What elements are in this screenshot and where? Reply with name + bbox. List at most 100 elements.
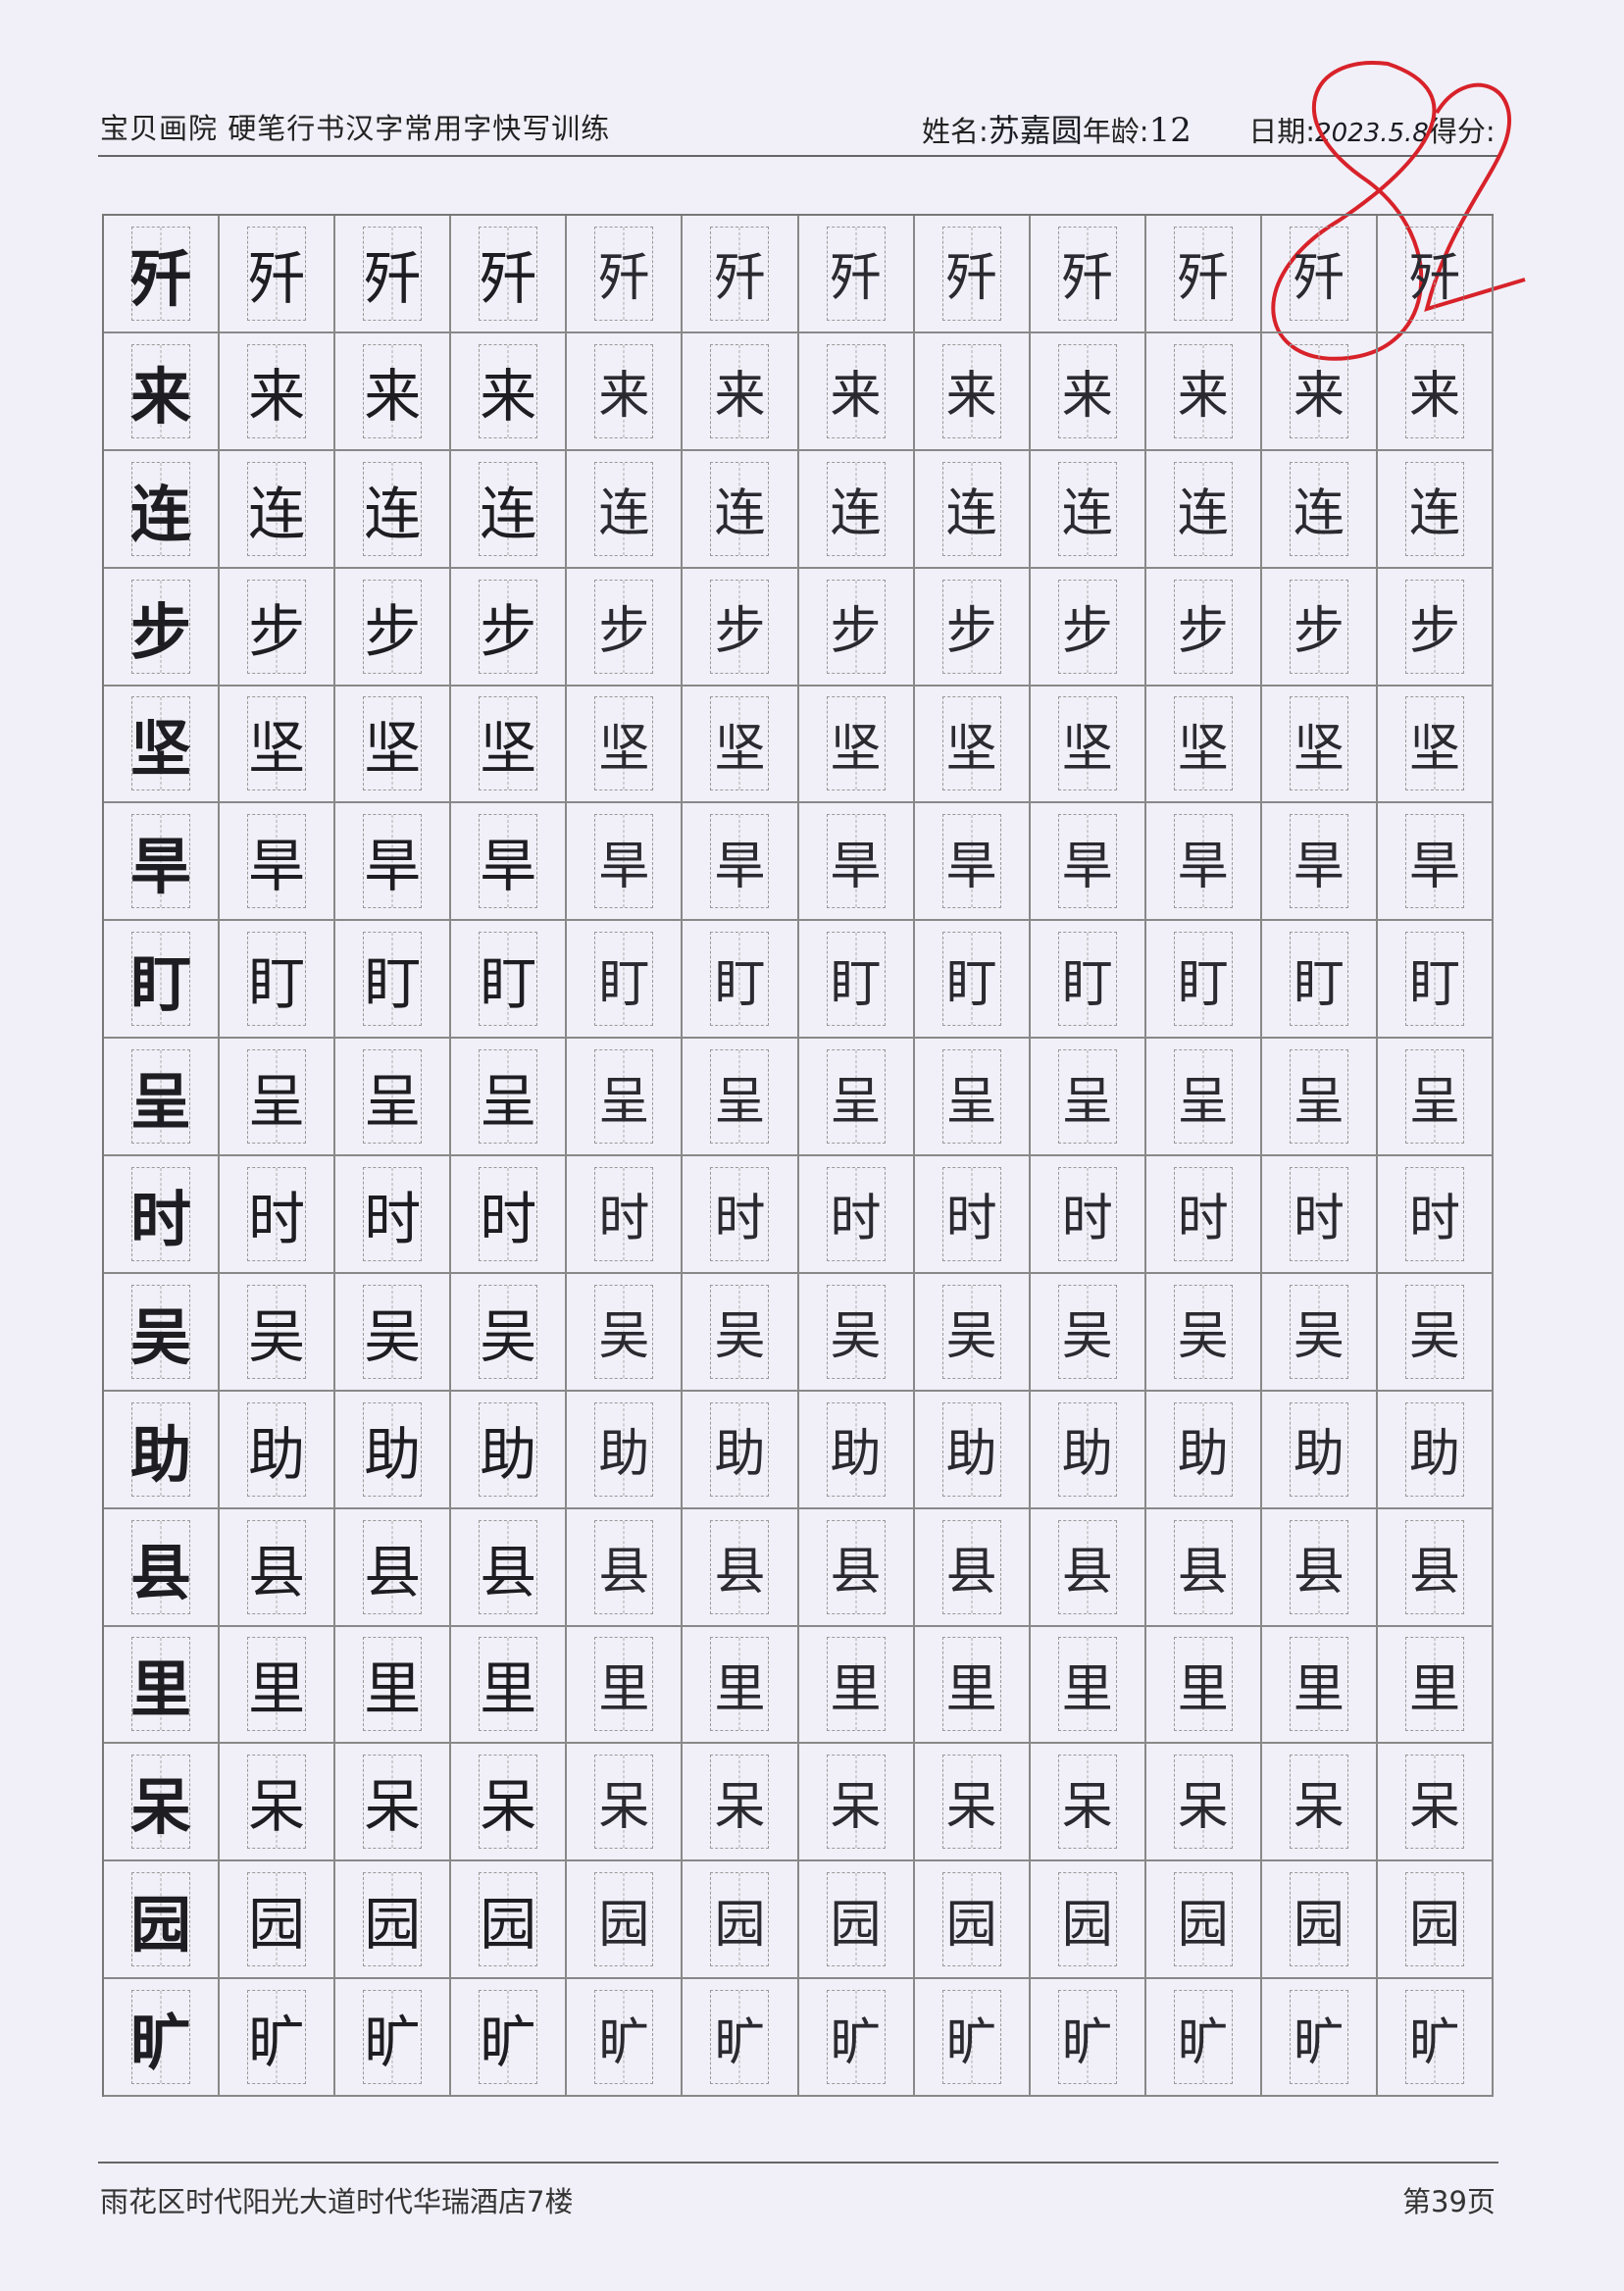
practice-character: 吴 <box>1293 1307 1345 1367</box>
practice-character-cell: 旷 <box>1377 1979 1494 2097</box>
practice-character: 呆 <box>714 1777 766 1837</box>
practice-character: 来 <box>1177 367 1229 427</box>
model-character-cell: 呈 <box>104 1039 221 1156</box>
practice-character: 歼 <box>598 249 650 309</box>
practice-character: 呆 <box>1061 1777 1113 1837</box>
practice-character-cell: 县 <box>1261 1508 1378 1627</box>
practice-character: 吴 <box>364 1302 422 1370</box>
model-character: 里 <box>130 1654 192 1726</box>
practice-character-cell: 连 <box>798 450 915 569</box>
practice-character: 坚 <box>1177 719 1229 779</box>
practice-character-cell: 助 <box>567 1391 684 1509</box>
practice-character-cell: 吴 <box>335 1273 452 1392</box>
practice-character-cell: 来 <box>683 332 799 451</box>
practice-character: 步 <box>1293 602 1345 662</box>
practice-character-cell: 步 <box>220 568 336 687</box>
practice-character-cell: 呆 <box>798 1744 915 1862</box>
model-character: 盯 <box>130 948 192 1021</box>
practice-character: 县 <box>480 1538 537 1605</box>
practice-character-cell: 旱 <box>451 803 568 922</box>
practice-character: 呆 <box>945 1777 997 1837</box>
practice-character-cell: 盯 <box>220 921 336 1040</box>
practice-character: 时 <box>1408 1190 1460 1249</box>
practice-character-cell: 呈 <box>1145 1039 1262 1156</box>
practice-character-cell: 连 <box>1261 450 1378 569</box>
model-character-cell: 旱 <box>104 803 221 922</box>
practice-character-cell: 里 <box>567 1626 684 1745</box>
practice-character: 盯 <box>1293 954 1345 1014</box>
practice-character-cell: 歼 <box>335 216 452 333</box>
footer-rule <box>98 2162 1498 2164</box>
practice-character: 来 <box>830 367 882 427</box>
model-character: 县 <box>130 1536 192 1608</box>
practice-character-cell: 坚 <box>914 686 1031 804</box>
practice-character-cell: 旱 <box>683 803 799 922</box>
practice-character: 步 <box>1177 602 1229 662</box>
practice-character-cell: 歼 <box>451 216 568 333</box>
practice-character: 步 <box>830 602 882 662</box>
practice-character-cell: 助 <box>451 1391 568 1509</box>
model-character-cell: 连 <box>104 450 221 569</box>
practice-character: 助 <box>598 1425 650 1485</box>
practice-character: 吴 <box>830 1307 882 1367</box>
practice-character-cell: 园 <box>1261 1861 1378 1980</box>
practice-character: 盯 <box>714 954 766 1014</box>
practice-character: 旱 <box>248 833 306 900</box>
practice-character: 县 <box>945 1543 997 1603</box>
model-character: 坚 <box>130 713 192 786</box>
practice-character: 县 <box>830 1543 882 1603</box>
practice-character-cell: 旷 <box>683 1979 799 2097</box>
practice-character-cell: 助 <box>1377 1391 1494 1509</box>
practice-character: 助 <box>248 1420 306 1488</box>
practice-character: 时 <box>480 1185 537 1252</box>
practice-character: 呈 <box>364 1068 422 1136</box>
practice-character: 吴 <box>1408 1307 1460 1367</box>
practice-character: 坚 <box>1293 719 1345 779</box>
practice-character-cell: 坚 <box>1377 686 1494 804</box>
model-character: 呆 <box>130 1771 192 1844</box>
practice-character-cell: 时 <box>798 1156 915 1274</box>
practice-character-cell: 里 <box>1377 1626 1494 1745</box>
practice-character-cell: 步 <box>683 568 799 687</box>
practice-character-cell: 呆 <box>1377 1744 1494 1862</box>
practice-character-cell: 旷 <box>335 1979 452 2097</box>
practice-character: 助 <box>1177 1425 1229 1485</box>
practice-character: 园 <box>1408 1895 1460 1955</box>
practice-character-cell: 助 <box>220 1391 336 1509</box>
practice-character-cell: 盯 <box>914 921 1031 1040</box>
practice-character: 坚 <box>830 719 882 779</box>
practice-character: 里 <box>248 1655 306 1723</box>
practice-character: 呆 <box>830 1777 882 1837</box>
practice-character-cell: 里 <box>451 1626 568 1745</box>
practice-character: 歼 <box>830 249 882 309</box>
practice-character-cell: 呈 <box>567 1039 684 1156</box>
practice-character-cell: 坚 <box>567 686 684 804</box>
practice-character: 呈 <box>1293 1072 1345 1132</box>
practice-character: 园 <box>598 1895 650 1955</box>
practice-character-cell: 吴 <box>1030 1273 1146 1392</box>
practice-character: 旱 <box>1408 837 1460 896</box>
practice-character-cell: 吴 <box>451 1273 568 1392</box>
practice-character: 里 <box>1293 1659 1345 1719</box>
practice-character: 连 <box>248 480 306 547</box>
worksheet-title: 宝贝画院 硬笔行书汉字常用字快写训练 <box>100 112 611 145</box>
practice-character-cell: 盯 <box>451 921 568 1040</box>
practice-character: 旱 <box>945 837 997 896</box>
practice-character: 坚 <box>714 719 766 779</box>
practice-character: 助 <box>830 1425 882 1485</box>
practice-character: 里 <box>714 1659 766 1719</box>
practice-character: 呈 <box>248 1068 306 1136</box>
model-character-cell: 呆 <box>104 1744 221 1862</box>
practice-character-cell: 县 <box>451 1508 568 1627</box>
practice-character: 吴 <box>598 1307 650 1367</box>
practice-character: 旱 <box>364 833 422 900</box>
practice-character-cell: 助 <box>335 1391 452 1509</box>
model-character-cell: 旷 <box>104 1979 221 2097</box>
practice-character-cell: 呈 <box>683 1039 799 1156</box>
practice-grid: 歼歼歼歼歼歼歼歼歼歼歼歼来来来来来来来来来来来来连连连连连连连连连连连连步步步步… <box>102 214 1494 2097</box>
practice-character: 里 <box>830 1659 882 1719</box>
practice-character-cell: 呈 <box>1261 1039 1378 1156</box>
practice-character: 歼 <box>945 249 997 309</box>
practice-character-cell: 盯 <box>567 921 684 1040</box>
practice-character: 坚 <box>1061 719 1113 779</box>
